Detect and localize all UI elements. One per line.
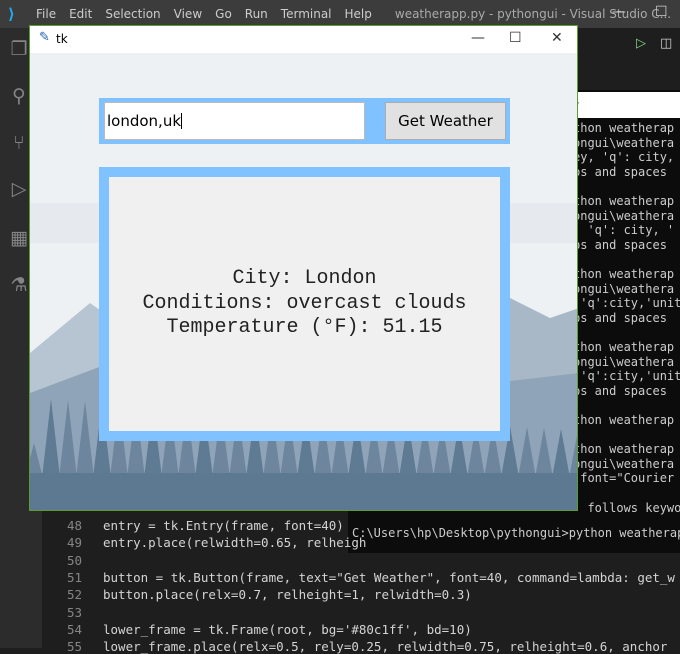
tk-feather-icon: ✎ xyxy=(39,30,50,45)
code-line: lower_frame = tk.Frame(root, bg='#80c1ff… xyxy=(103,621,472,637)
terminal-line: ongui\weathera xyxy=(573,456,675,471)
menu-view[interactable]: View xyxy=(174,7,202,21)
menu-terminal[interactable]: Terminal xyxy=(281,7,332,21)
result-city: City: London xyxy=(232,267,377,291)
menu-help[interactable]: Help xyxy=(345,7,372,21)
terminal-line: follows keywo xyxy=(573,500,680,515)
code-line: entry = tk.Entry(frame, font=40) xyxy=(103,518,344,533)
line-number: 54 xyxy=(66,621,82,637)
line-number: 52 xyxy=(66,587,82,603)
lower-frame: City: London Conditions: overcast clouds… xyxy=(99,167,510,441)
menu-go[interactable]: Go xyxy=(215,7,232,21)
vscode-title-bar: ⟩ File Edit Selection View Go Run Terminal Help… xyxy=(0,0,680,28)
terminal-line: thon weatherap xyxy=(573,340,675,354)
terminal-line: ,font="Courier xyxy=(573,471,675,486)
tk-window-title: tk xyxy=(56,32,68,46)
vscode-logo-icon: ⟩ xyxy=(8,5,15,23)
terminal-line: ongui\weathera xyxy=(573,354,675,369)
terminal-line: thon weatherap xyxy=(573,267,675,281)
line-number: 51 xyxy=(66,569,82,585)
tk-maximize-icon[interactable]: ☐ xyxy=(509,30,522,46)
terminal-line: , 'q': city, ' xyxy=(573,223,675,238)
run-debug-icon[interactable]: ▷ xyxy=(8,178,30,200)
terminal-line: ongui\weathera xyxy=(573,208,675,223)
menu-edit[interactable]: Edit xyxy=(69,7,92,21)
line-number: 49 xyxy=(66,535,82,551)
code-line: button.place(relx=0.7, relheight=1, relw… xyxy=(103,587,472,603)
terminal-prompt: C:\Users\hp\Desktop\pythongui>python wea… xyxy=(352,526,680,540)
city-entry[interactable]: london,uk xyxy=(104,102,365,140)
terminal-line: 'q':city,'unit xyxy=(573,296,680,311)
search-icon[interactable]: ⚲ xyxy=(8,85,30,107)
get-weather-button[interactable]: Get Weather xyxy=(385,102,506,140)
tk-window: ✎ tk — ☐ ✕ london,uk Get Weather City: L… xyxy=(29,25,578,511)
tk-minimize-icon[interactable]: — xyxy=(471,30,485,46)
terminal-line: ey, 'q': city, xyxy=(573,150,675,165)
run-icon[interactable]: ▷ xyxy=(636,36,646,51)
result-temperature: Temperature (°F): 51.15 xyxy=(166,316,443,340)
search-frame: london,uk Get Weather xyxy=(99,98,510,144)
split-editor-icon[interactable]: ◫ xyxy=(660,36,672,51)
line-number: 53 xyxy=(66,604,82,620)
terminal-line: bs and spaces xyxy=(573,310,667,325)
code-line: lower_frame.place(relx=0.5, rely=0.25, r… xyxy=(103,639,668,654)
terminal-line: thon weatherap xyxy=(573,194,675,208)
line-number: 50 xyxy=(66,552,82,568)
menu-selection[interactable]: Selection xyxy=(105,7,160,21)
text-cursor xyxy=(181,113,183,129)
window-title: weatherapp.py - pythongui - Visual Studi… xyxy=(394,7,672,21)
terminal-line: ongui\weathera xyxy=(573,281,675,296)
terminal-line: bs and spaces xyxy=(573,237,667,252)
menu-file[interactable]: File xyxy=(36,7,56,21)
terminal-line: thon weatherap xyxy=(573,121,675,135)
terminal-line: thon weatherap xyxy=(573,413,675,427)
code-line: button = tk.Button(frame, text="Get Weat… xyxy=(103,569,675,585)
line-number: 48 xyxy=(66,518,82,533)
source-control-icon[interactable]: ⑂ xyxy=(8,132,30,154)
entry-value: london,uk xyxy=(107,112,182,130)
explorer-icon[interactable]: ❐ xyxy=(8,38,30,60)
menu-bar: File Edit Selection View Go Run Terminal Help xyxy=(36,7,385,21)
result-conditions: Conditions: overcast clouds xyxy=(142,291,467,315)
terminal-line: thon weatherap xyxy=(573,442,675,457)
weather-result-label: City: London Conditions: overcast clouds… xyxy=(109,177,500,431)
terminal-line: bs and spaces xyxy=(573,383,667,398)
tk-title-bar: ✎ tk — ☐ ✕ xyxy=(30,26,577,53)
tk-close-icon[interactable]: ✕ xyxy=(551,30,563,46)
extensions-icon[interactable]: ▦ xyxy=(8,227,30,249)
terminal-line: bs and spaces xyxy=(573,164,667,179)
terminal-line: ongui\weathera xyxy=(573,135,675,150)
testing-icon[interactable]: ⚗ xyxy=(8,274,30,296)
minimize-icon[interactable]: — xyxy=(612,4,626,20)
terminal-line: 'q':city,'unit xyxy=(573,369,680,384)
maximize-icon[interactable]: ☐ xyxy=(655,4,668,20)
line-number: 55 xyxy=(66,639,82,654)
menu-run[interactable]: Run xyxy=(245,7,268,21)
code-line: entry.place(relwidth=0.65, relheigh xyxy=(103,535,367,551)
